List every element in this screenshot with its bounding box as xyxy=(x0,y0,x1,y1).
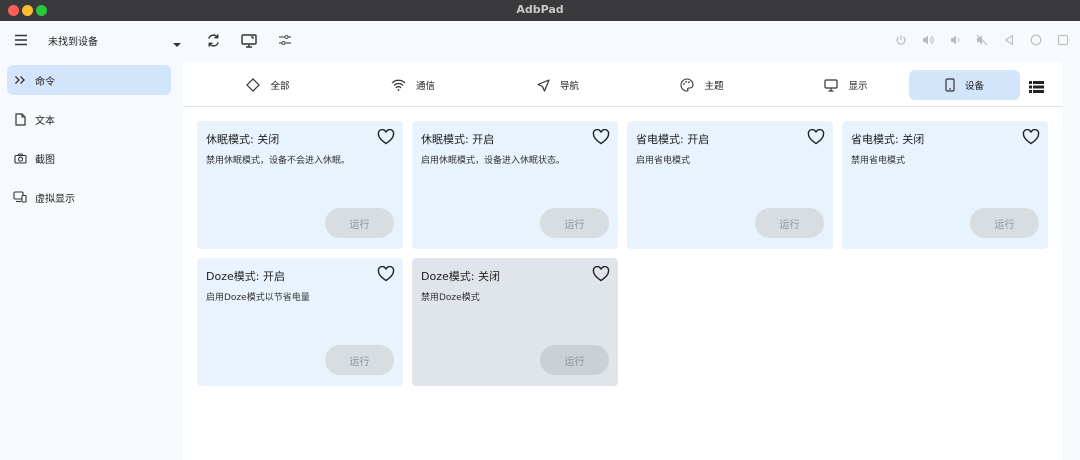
home-icon[interactable] xyxy=(1026,30,1046,50)
run-button[interactable]: 运行 xyxy=(540,208,609,238)
tab-all[interactable]: 全部 xyxy=(213,70,323,100)
card-title: 省电模式: 开启 xyxy=(636,133,710,146)
command-card[interactable]: 省电模式: 开启 启用省电模式 运行 xyxy=(627,121,833,249)
command-card[interactable]: 省电模式: 关闭 禁用省电模式 运行 xyxy=(842,121,1048,249)
volume-mute-icon[interactable] xyxy=(972,30,992,50)
tab-label: 导航 xyxy=(559,81,579,92)
menu-icon[interactable] xyxy=(11,30,31,50)
phone-icon xyxy=(945,78,955,92)
card-description: 启用休眠模式，设备进入休眠状态。 xyxy=(421,156,566,166)
card-title: 休眠模式: 开启 xyxy=(421,133,495,146)
sidebar-item-virtual-display[interactable]: 虚拟显示 xyxy=(7,182,171,212)
volume-up-icon[interactable] xyxy=(918,30,938,50)
run-button[interactable]: 运行 xyxy=(325,345,394,375)
tab-label: 主题 xyxy=(704,81,724,92)
window-title: AdbPad xyxy=(516,3,564,16)
favorite-heart-icon[interactable] xyxy=(592,128,610,149)
run-button[interactable]: 运行 xyxy=(755,208,824,238)
card-description: 禁用Doze模式 xyxy=(421,293,480,303)
refresh-icon[interactable] xyxy=(203,30,223,50)
toolbar: 未找到设备 xyxy=(0,21,1080,59)
sidebar-item-label: 文本 xyxy=(35,115,55,127)
virtual-display-icon xyxy=(13,190,27,204)
tab-label: 通信 xyxy=(415,81,435,92)
back-icon[interactable] xyxy=(999,30,1019,50)
card-description: 启用Doze模式以节省电量 xyxy=(206,293,310,303)
sidebar: 命令 文本 截图 虚拟显示 xyxy=(0,59,178,460)
card-description: 禁用省电模式 xyxy=(851,156,906,166)
tab-navigation[interactable]: 导航 xyxy=(503,70,613,100)
tab-communication[interactable]: 通信 xyxy=(358,70,468,100)
sidebar-item-text[interactable]: 文本 xyxy=(7,104,171,134)
run-button[interactable]: 运行 xyxy=(325,208,394,238)
card-title: 休眠模式: 关闭 xyxy=(206,133,280,146)
camera-icon xyxy=(13,151,27,165)
card-title: 省电模式: 关闭 xyxy=(851,133,925,146)
tab-device[interactable]: 设备 xyxy=(909,70,1020,100)
tab-label: 显示 xyxy=(848,81,868,92)
card-description: 启用省电模式 xyxy=(636,156,691,166)
list-view-icon[interactable] xyxy=(1029,78,1044,97)
sidebar-item-commands[interactable]: 命令 xyxy=(7,65,171,95)
overview-icon[interactable] xyxy=(1053,30,1073,50)
document-icon xyxy=(13,112,27,126)
device-select[interactable]: 未找到设备 xyxy=(48,33,98,48)
tab-label: 设备 xyxy=(964,81,984,92)
diamond-icon xyxy=(246,78,261,92)
favorite-heart-icon[interactable] xyxy=(377,128,395,149)
volume-down-icon[interactable] xyxy=(945,30,965,50)
command-card[interactable]: Doze模式: 开启 启用Doze模式以节省电量 运行 xyxy=(197,258,403,386)
favorite-heart-icon[interactable] xyxy=(377,265,395,286)
category-tabs: 全部 通信 导航 主题 显示 设备 xyxy=(183,62,1062,107)
tab-display[interactable]: 显示 xyxy=(791,70,901,100)
sidebar-item-screenshot[interactable]: 截图 xyxy=(7,143,171,173)
chevron-down-icon[interactable] xyxy=(172,34,182,53)
sidebar-item-label: 虚拟显示 xyxy=(35,193,75,205)
monitor-icon xyxy=(824,78,839,92)
navigation-icon xyxy=(537,78,550,92)
command-card[interactable]: 休眠模式: 关闭 禁用休眠模式，设备不会进入休眠。 运行 xyxy=(197,121,403,249)
chevrons-right-icon xyxy=(13,73,27,87)
card-description: 禁用休眠模式，设备不会进入休眠。 xyxy=(206,156,351,166)
wifi-icon xyxy=(391,79,406,91)
tab-label: 全部 xyxy=(270,81,290,92)
sidebar-item-label: 截图 xyxy=(35,154,55,166)
command-card[interactable]: 休眠模式: 开启 启用休眠模式，设备进入休眠状态。 运行 xyxy=(412,121,618,249)
favorite-heart-icon[interactable] xyxy=(592,265,610,286)
power-icon[interactable] xyxy=(891,30,911,50)
screen-mirror-icon[interactable] xyxy=(239,30,259,50)
command-card[interactable]: Doze模式: 关闭 禁用Doze模式 运行 xyxy=(412,258,618,386)
card-title: Doze模式: 开启 xyxy=(206,270,285,283)
title-bar: AdbPad xyxy=(0,0,1080,21)
favorite-heart-icon[interactable] xyxy=(1022,128,1040,149)
palette-icon xyxy=(680,78,695,92)
main-panel: 全部 通信 导航 主题 显示 设备 休眠模式: 关闭 禁用休眠模式，设备不会进入… xyxy=(183,62,1062,460)
favorite-heart-icon[interactable] xyxy=(807,128,825,149)
tab-theme[interactable]: 主题 xyxy=(647,70,757,100)
settings-sliders-icon[interactable] xyxy=(275,30,295,50)
run-button[interactable]: 运行 xyxy=(970,208,1039,238)
card-title: Doze模式: 关闭 xyxy=(421,270,500,283)
run-button[interactable]: 运行 xyxy=(540,345,609,375)
sidebar-item-label: 命令 xyxy=(35,76,55,88)
